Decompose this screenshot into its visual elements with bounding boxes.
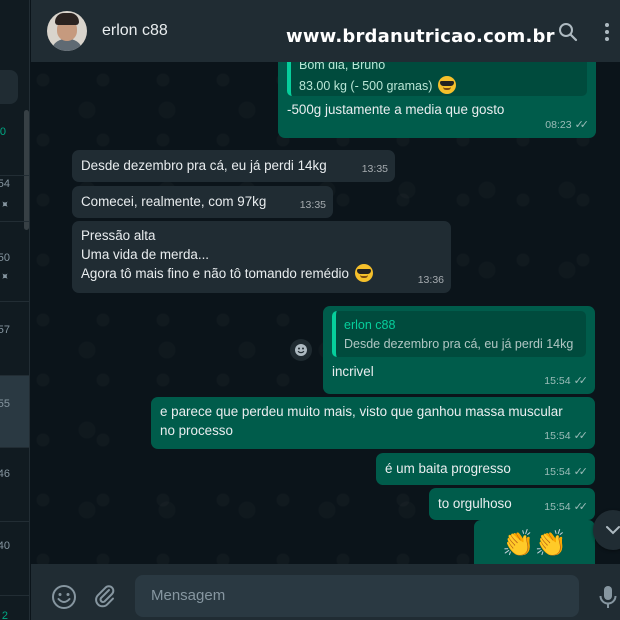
message-line: e parece que perdeu muito mais, visto qu… [160, 404, 563, 419]
message-line: Uma vida de merda... [81, 247, 210, 262]
message-time: 15:54 [544, 375, 571, 387]
quoted-line: Bom dia, Bruno [299, 62, 386, 72]
sunglasses-emoji [437, 76, 456, 94]
quoted-text: Desde dezembro pra cá, eu já perdi 14kg [344, 337, 574, 351]
chat-list-time: 46 [0, 468, 10, 480]
message-time: 15:54 [544, 466, 571, 478]
smiley-icon [295, 344, 307, 356]
scroll-to-bottom-button[interactable] [593, 510, 620, 550]
clapping-hands-emoji: 👏👏 [502, 528, 567, 558]
message-time: 13:36 [417, 274, 444, 286]
chat-search-box[interactable] [0, 70, 18, 104]
search-icon[interactable] [558, 22, 578, 42]
message-text: -500g justamente a media que gosto [287, 102, 505, 117]
message-time: 15:54 [544, 430, 571, 442]
chat-list-time: 2 [1, 610, 8, 620]
message-text: Comecei, realmente, com 97kg [81, 194, 267, 209]
watermark-text: www.brdanutricao.com.br [286, 26, 555, 47]
message-text: to orgulhoso [438, 496, 512, 511]
message-incoming[interactable]: Comecei, realmente, com 97kg 13:35 [72, 186, 333, 218]
chat-list-time: 55 [0, 398, 10, 410]
message-pane[interactable]: Bom dia, Bruno 83.00 kg (- 500 gramas) -… [31, 62, 620, 564]
message-input[interactable]: Mensagem [135, 575, 579, 617]
emoji-icon[interactable] [51, 584, 77, 610]
chat-list-sidebar: 0 54 ✦ 50 ✦ 57 55 46 40 2 [0, 0, 30, 620]
message-outgoing[interactable]: e parece que perdeu muito mais, visto qu… [151, 397, 595, 449]
read-ticks-icon: ✓✓ [574, 119, 590, 131]
chat-list-item[interactable]: 50 ✦ [0, 222, 29, 302]
message-line: no processo [160, 423, 233, 438]
message-incoming[interactable]: Desde dezembro pra cá, eu já perdi 14kg … [72, 150, 395, 182]
quoted-message[interactable]: Bom dia, Bruno 83.00 kg (- 500 gramas) [287, 62, 587, 96]
read-ticks-icon: ✓✓ [573, 466, 589, 478]
react-emoji-button[interactable] [290, 339, 312, 361]
message-incoming[interactable]: Pressão alta Uma vida de merda... Agora … [72, 221, 451, 293]
contact-name[interactable]: erlon c88 [102, 22, 168, 40]
quoted-line: 83.00 kg (- 500 gramas) [299, 79, 433, 93]
read-ticks-icon: ✓✓ [573, 501, 589, 513]
chat-list-item[interactable]: 2 [0, 596, 29, 620]
message-text: Desde dezembro pra cá, eu já perdi 14kg [81, 158, 327, 173]
message-time: 08:23 [545, 119, 572, 131]
pin-icon: ✦ [0, 197, 12, 213]
microphone-icon[interactable] [597, 584, 619, 610]
chat-list-time: 50 [0, 252, 10, 264]
message-time: 15:54 [544, 501, 571, 513]
message-outgoing[interactable]: é um baita progresso 15:54 ✓✓ [376, 453, 595, 485]
quoted-message[interactable]: erlon c88 Desde dezembro pra cá, eu já p… [332, 311, 586, 357]
message-time: 13:35 [361, 163, 388, 175]
chat-list-time: 0 [0, 126, 6, 138]
composer-bar: Mensagem [31, 564, 620, 620]
message-outgoing[interactable]: Bom dia, Bruno 83.00 kg (- 500 gramas) -… [278, 62, 596, 138]
chat-list-time: 54 [0, 178, 10, 190]
quoted-author: erlon c88 [344, 318, 396, 332]
message-outgoing-emoji[interactable]: 👏👏 [474, 520, 595, 564]
message-text: é um baita progresso [385, 461, 511, 476]
paperclip-icon[interactable] [93, 584, 117, 608]
kebab-menu-icon[interactable] [600, 22, 614, 42]
message-time: 13:35 [299, 199, 326, 211]
chat-list-time: 57 [0, 324, 10, 336]
chat-list-time: 40 [0, 540, 10, 552]
message-outgoing-reply[interactable]: erlon c88 Desde dezembro pra cá, eu já p… [323, 306, 595, 394]
avatar[interactable] [47, 11, 87, 51]
chevron-down-icon [606, 526, 620, 535]
chat-list-item-active[interactable]: 55 [0, 376, 29, 448]
read-ticks-icon: ✓✓ [573, 375, 589, 387]
chat-list-item[interactable]: 40 [0, 522, 29, 596]
sunglasses-emoji [354, 264, 373, 282]
message-line: Pressão alta [81, 228, 156, 243]
message-outgoing[interactable]: to orgulhoso 15:54 ✓✓ [429, 488, 595, 520]
chat-list-item[interactable]: 54 ✦ [0, 142, 29, 222]
chat-list-item[interactable]: 46 [0, 448, 29, 522]
read-ticks-icon: ✓✓ [573, 430, 589, 442]
pin-icon: ✦ [0, 269, 12, 285]
chat-list-item[interactable]: 57 [0, 302, 29, 376]
message-line: Agora tô mais fino e não tô tomando remé… [81, 266, 349, 281]
